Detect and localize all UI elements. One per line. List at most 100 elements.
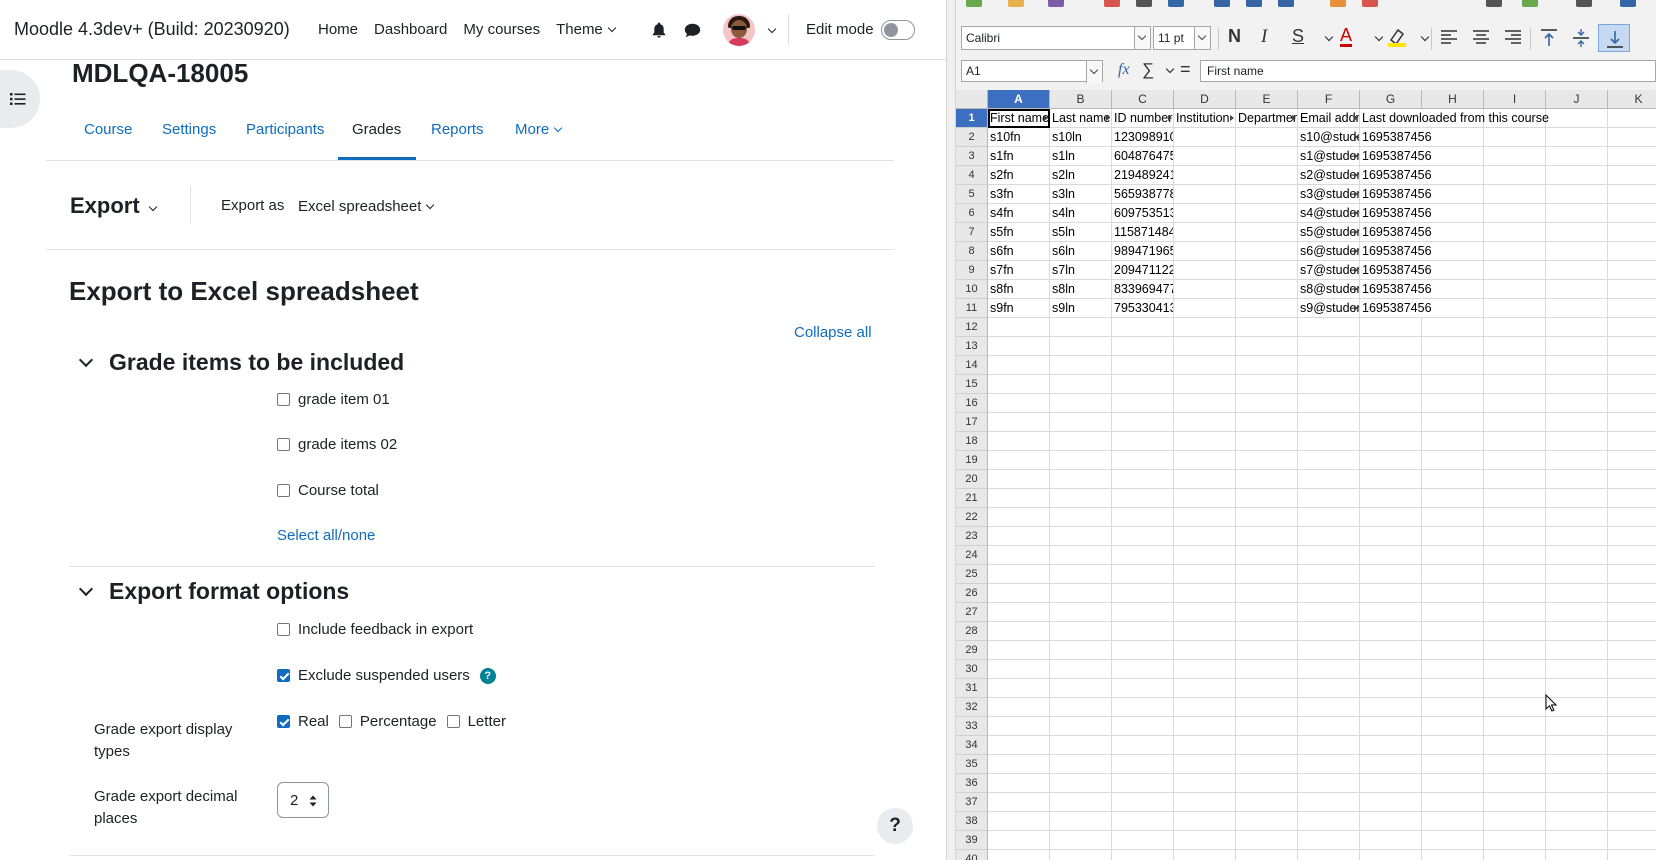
grade-items-02-option[interactable]: grade items 02 (277, 436, 397, 453)
cell-c10[interactable]: 8339694775159 (1112, 280, 1174, 299)
cell-c9[interactable]: 2094711220186 (1112, 261, 1174, 280)
column-header-d[interactable]: D (1174, 90, 1236, 109)
cell-f29[interactable] (1298, 641, 1360, 660)
cell-k20[interactable] (1608, 470, 1656, 489)
cell-k8[interactable] (1608, 242, 1656, 261)
cell-e20[interactable] (1236, 470, 1298, 489)
cell-c2[interactable]: 1230989101399 (1112, 128, 1174, 147)
cell-i8[interactable] (1484, 242, 1546, 261)
function-wizard-icon[interactable]: fx (1118, 61, 1130, 79)
header-cell-e1[interactable]: Department (1236, 109, 1298, 128)
cell-d17[interactable] (1174, 413, 1236, 432)
cell-k14[interactable] (1608, 356, 1656, 375)
nav-dashboard[interactable]: Dashboard (374, 21, 447, 38)
cell-d9[interactable] (1174, 261, 1236, 280)
cell-g15[interactable] (1360, 375, 1422, 394)
cell-k9[interactable] (1608, 261, 1656, 280)
column-header-c[interactable]: C (1112, 90, 1174, 109)
cell-e30[interactable] (1236, 660, 1298, 679)
cell-d8[interactable] (1174, 242, 1236, 261)
cell-f13[interactable] (1298, 337, 1360, 356)
cell-d22[interactable] (1174, 508, 1236, 527)
cell-c17[interactable] (1112, 413, 1174, 432)
cell-e5[interactable] (1236, 185, 1298, 204)
cell-f30[interactable] (1298, 660, 1360, 679)
cell-g24[interactable] (1360, 546, 1422, 565)
row-header[interactable]: 36 (956, 774, 988, 793)
cell-g10[interactable]: 1695387456 (1360, 280, 1432, 299)
cell-e19[interactable] (1236, 451, 1298, 470)
column-icon[interactable] (1620, 0, 1636, 7)
cell-h37[interactable] (1422, 793, 1484, 812)
cell-b11[interactable]: s9ln (1050, 299, 1112, 318)
course-total-option[interactable]: Course total (277, 482, 379, 499)
cell-f35[interactable] (1298, 755, 1360, 774)
cell-g26[interactable] (1360, 584, 1422, 603)
cell-f28[interactable] (1298, 622, 1360, 641)
cell-b38[interactable] (1050, 812, 1112, 831)
cell-b30[interactable] (1050, 660, 1112, 679)
column-header-h[interactable]: H (1422, 90, 1484, 109)
cell-g16[interactable] (1360, 394, 1422, 413)
row-header[interactable]: 13 (956, 337, 988, 356)
cell-c23[interactable] (1112, 527, 1174, 546)
cell-b34[interactable] (1050, 736, 1112, 755)
collapse-all-link[interactable]: Collapse all (794, 324, 872, 341)
cell-g33[interactable] (1360, 717, 1422, 736)
cell-f24[interactable] (1298, 546, 1360, 565)
cell-d26[interactable] (1174, 584, 1236, 603)
cell-d25[interactable] (1174, 565, 1236, 584)
column-header-i[interactable]: I (1484, 90, 1546, 109)
cell-d21[interactable] (1174, 489, 1236, 508)
cell-g23[interactable] (1360, 527, 1422, 546)
cell-k5[interactable] (1608, 185, 1656, 204)
cell-i21[interactable] (1484, 489, 1546, 508)
display-type-letter-checkbox[interactable] (446, 715, 460, 728)
cell-h30[interactable] (1422, 660, 1484, 679)
cell-a37[interactable] (988, 793, 1050, 812)
cell-a35[interactable] (988, 755, 1050, 774)
cell-g4[interactable]: 1695387456 (1360, 166, 1432, 185)
cell-b12[interactable] (1050, 318, 1112, 337)
header-cell-a1[interactable]: First name (988, 109, 1050, 128)
cell-i24[interactable] (1484, 546, 1546, 565)
cell-f11[interactable]: s9@student.com (1298, 299, 1360, 318)
cell-k33[interactable] (1608, 717, 1656, 736)
cell-e40[interactable] (1236, 850, 1298, 860)
export-pdf-icon[interactable] (1104, 0, 1120, 7)
cell-a5[interactable]: s3fn (988, 185, 1050, 204)
select-all-none-link[interactable]: Select all/none (277, 527, 375, 544)
cell-e35[interactable] (1236, 755, 1298, 774)
format-options-section-header[interactable]: Export format options (78, 578, 349, 605)
clone-formatting-icon[interactable] (1330, 0, 1346, 7)
cell-f17[interactable] (1298, 413, 1360, 432)
cell-j20[interactable] (1546, 470, 1608, 489)
cell-j5[interactable] (1546, 185, 1608, 204)
cell-i25[interactable] (1484, 565, 1546, 584)
cell-d2[interactable] (1174, 128, 1236, 147)
cell-d32[interactable] (1174, 698, 1236, 717)
cell-j34[interactable] (1546, 736, 1608, 755)
cell-a4[interactable]: s2fn (988, 166, 1050, 185)
cell-d28[interactable] (1174, 622, 1236, 641)
cell-a36[interactable] (988, 774, 1050, 793)
font-color-button[interactable]: A (1340, 26, 1353, 47)
cell-c14[interactable] (1112, 356, 1174, 375)
nav-theme[interactable]: Theme (556, 21, 617, 38)
cell-k10[interactable] (1608, 280, 1656, 299)
cell-i22[interactable] (1484, 508, 1546, 527)
cell-d37[interactable] (1174, 793, 1236, 812)
cell-j14[interactable] (1546, 356, 1608, 375)
cell-k37[interactable] (1608, 793, 1656, 812)
cell-g37[interactable] (1360, 793, 1422, 812)
cell-k23[interactable] (1608, 527, 1656, 546)
cell-h27[interactable] (1422, 603, 1484, 622)
cell-i13[interactable] (1484, 337, 1546, 356)
find-replace-icon[interactable] (1486, 0, 1502, 7)
cell-g21[interactable] (1360, 489, 1422, 508)
cell-j39[interactable] (1546, 831, 1608, 850)
cell-k36[interactable] (1608, 774, 1656, 793)
cell-e7[interactable] (1236, 223, 1298, 242)
include-feedback-option[interactable]: Include feedback in export (277, 621, 473, 638)
cell-b16[interactable] (1050, 394, 1112, 413)
